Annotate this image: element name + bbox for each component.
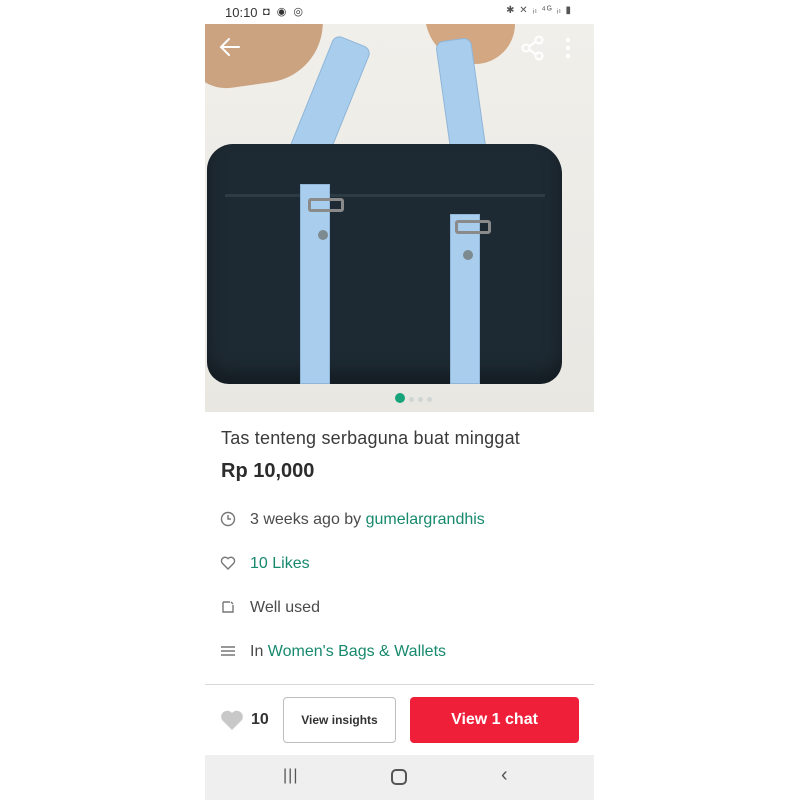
- like-count: 10: [251, 711, 269, 728]
- nav-back-icon[interactable]: ‹: [501, 764, 508, 787]
- carousel-indicator[interactable]: [395, 389, 436, 407]
- carousel-dot-active[interactable]: [395, 392, 405, 403]
- heart-icon: [219, 555, 237, 573]
- bag-strap-right: [450, 214, 480, 384]
- view-chat-button[interactable]: View 1 chat: [410, 697, 579, 743]
- phone-screen: 10:10 ◘ ◉ ◎ ✱ ✕ ᵢₗ ⁴ᴳ ᵢₗ ▮ Tas tenteng s…: [205, 0, 594, 800]
- likes-link[interactable]: 10 Likes: [250, 555, 310, 573]
- image-toolbar: [205, 24, 594, 72]
- buckle-right: [455, 220, 491, 234]
- tag-icon: [219, 599, 237, 617]
- buckle-left: [308, 198, 344, 212]
- category-link[interactable]: Women's Bags & Wallets: [268, 643, 446, 660]
- rivet-left: [318, 230, 328, 240]
- home-icon[interactable]: [391, 769, 407, 785]
- seller-link[interactable]: gumelargrandhis: [366, 511, 485, 528]
- bag-seam: [225, 194, 545, 197]
- system-status-icons: ✱ ✕ ᵢₗ ⁴ᴳ ᵢₗ ▮: [506, 5, 572, 16]
- listing-price: Rp 10,000: [221, 460, 315, 482]
- system-nav-bar: ||| ‹: [205, 755, 594, 800]
- rivet-right: [463, 250, 473, 260]
- carousel-dot[interactable]: [427, 397, 432, 402]
- product-image[interactable]: [205, 24, 594, 412]
- category-prefix: In: [250, 643, 268, 660]
- share-button[interactable]: [519, 34, 549, 64]
- carousel-dot[interactable]: [418, 397, 423, 402]
- arrow-left-icon: [219, 38, 240, 56]
- recents-icon[interactable]: |||: [283, 767, 298, 785]
- posted-time: 3 weeks ago by: [250, 511, 366, 528]
- listing-title: Tas tenteng serbaguna buat minggat: [221, 428, 521, 448]
- view-insights-button[interactable]: View insights: [283, 697, 396, 743]
- status-bar: 10:10 ◘ ◉ ◎ ✱ ✕ ᵢₗ ⁴ᴳ ᵢₗ ▮: [205, 0, 594, 24]
- back-button[interactable]: [217, 34, 247, 64]
- bag-strap-left: [300, 184, 330, 384]
- share-icon: [521, 35, 544, 61]
- bag-body: [207, 144, 562, 384]
- list-icon: [219, 643, 237, 661]
- more-button[interactable]: [561, 36, 575, 62]
- clock-icon: [219, 511, 237, 529]
- carousel-dot[interactable]: [409, 397, 414, 402]
- action-bar: 10 View insights View 1 chat: [205, 685, 594, 755]
- notification-icons: ◘ ◉ ◎: [263, 6, 305, 18]
- condition-text: Well used: [250, 599, 320, 616]
- status-time: 10:10: [225, 5, 258, 20]
- more-vertical-icon: [565, 37, 571, 59]
- heart-filled-icon: [219, 707, 245, 733]
